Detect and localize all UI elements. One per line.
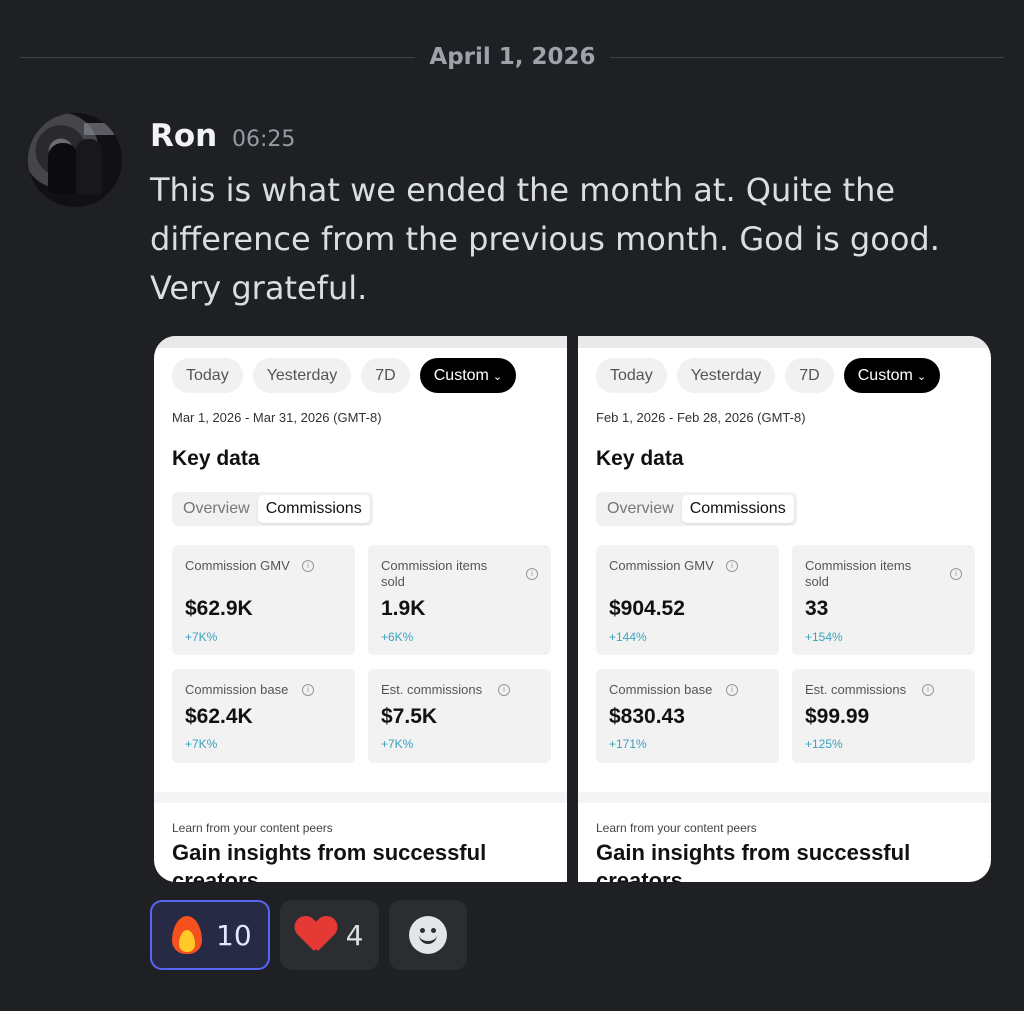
- metric-card: Commission base i $62.4K +7K%: [172, 669, 355, 763]
- metric-label: Commission items sold: [805, 558, 912, 589]
- date-range: Mar 1, 2026 - Mar 31, 2026 (GMT-8): [172, 410, 382, 425]
- peers-title: Gain insights from successful creators: [596, 840, 911, 882]
- metric-card: Commission items sold i 33 +154%: [792, 545, 975, 655]
- info-icon: i: [302, 684, 314, 696]
- metric-card: Commission base i $830.43 +171%: [596, 669, 779, 763]
- heart-icon: [296, 917, 336, 953]
- divider-date: April 1, 2026: [429, 44, 596, 70]
- info-icon: i: [950, 568, 962, 580]
- peers-title: Gain insights from successful creators: [172, 840, 487, 882]
- message-text: This is what we ended the month at. Quit…: [150, 171, 940, 307]
- chip-today: Today: [172, 358, 243, 393]
- metric-value: $7.5K: [381, 705, 438, 728]
- info-icon: i: [302, 560, 314, 572]
- metric-delta: +7K%: [185, 630, 218, 644]
- fire-icon: [168, 914, 206, 956]
- smiley-icon: [409, 916, 448, 954]
- metric-card: Est. commissions i $7.5K +7K%: [368, 669, 551, 763]
- metric-delta: +7K%: [381, 737, 414, 751]
- chip-yesterday: Yesterday: [676, 358, 776, 393]
- message-author[interactable]: Ron: [150, 118, 217, 154]
- reactions-bar: 10 4: [150, 900, 468, 970]
- tab-overview: Overview: [607, 500, 674, 517]
- date-divider: April 1, 2026: [20, 40, 1004, 74]
- chip-custom: Custom ⌄: [843, 358, 941, 393]
- add-reaction-button[interactable]: [389, 900, 468, 970]
- attachment-image-march[interactable]: Today Yesterday 7D Custom ⌄ Mar 1, 2026 -…: [154, 336, 567, 882]
- chip-7d: 7D: [785, 358, 834, 393]
- metric-delta: +7K%: [185, 737, 218, 751]
- info-icon: i: [922, 684, 934, 696]
- metric-value: $62.4K: [185, 705, 253, 728]
- info-icon: i: [498, 684, 510, 696]
- key-data-heading: Key data: [596, 447, 684, 470]
- metric-delta: +154%: [805, 630, 843, 644]
- info-icon: i: [526, 568, 538, 580]
- message-timestamp: 06:25: [232, 127, 296, 152]
- metric-card: Est. commissions i $99.99 +125%: [792, 669, 975, 763]
- section-divider: [578, 792, 991, 803]
- metric-value: $62.9K: [185, 597, 253, 620]
- info-icon: i: [726, 560, 738, 572]
- section-divider: [154, 792, 567, 803]
- info-icon: i: [726, 684, 738, 696]
- image-attachments[interactable]: Today Yesterday 7D Custom ⌄ Mar 1, 2026 -…: [154, 336, 991, 882]
- screenshot-top-bar: [154, 336, 567, 348]
- date-filter-chips: Today Yesterday 7D Custom ⌄: [172, 358, 517, 393]
- metric-delta: +125%: [805, 737, 843, 751]
- chip-custom: Custom ⌄: [419, 358, 517, 393]
- avatar-photo-figure: [76, 139, 102, 195]
- metric-tabs: Overview Commissions: [596, 492, 797, 526]
- avatar-photo-figure: [48, 143, 78, 193]
- peers-label: Learn from your content peers: [596, 821, 757, 835]
- divider-line-left: [20, 57, 415, 58]
- chevron-down-icon: ⌄: [916, 371, 927, 383]
- reaction-count: 10: [216, 918, 252, 952]
- tab-commissions: Commissions: [681, 495, 794, 523]
- metric-value: 33: [805, 597, 829, 620]
- date-range: Feb 1, 2026 - Feb 28, 2026 (GMT-8): [596, 410, 806, 425]
- metric-label: Commission items sold: [381, 558, 488, 589]
- metric-delta: +171%: [609, 737, 647, 751]
- avatar-photo-light: [84, 123, 114, 135]
- tab-commissions: Commissions: [257, 495, 370, 523]
- chip-custom-label: Custom: [433, 367, 489, 384]
- key-data-heading: Key data: [172, 447, 260, 470]
- reaction-count: 4: [345, 918, 364, 952]
- metric-card: Commission GMV i $62.9K +7K%: [172, 545, 355, 655]
- metric-value: $830.43: [609, 705, 685, 728]
- tab-overview: Overview: [183, 500, 250, 517]
- metric-delta: +6K%: [381, 630, 414, 644]
- metric-delta: +144%: [609, 630, 647, 644]
- metric-value: 1.9K: [381, 597, 426, 620]
- peers-label: Learn from your content peers: [172, 821, 333, 835]
- metric-card: Commission GMV i $904.52 +144%: [596, 545, 779, 655]
- chip-today: Today: [596, 358, 667, 393]
- attachment-image-february[interactable]: Today Yesterday 7D Custom ⌄ Feb 1, 2026 -…: [578, 336, 991, 882]
- metric-tabs: Overview Commissions: [172, 492, 373, 526]
- avatar[interactable]: [28, 113, 122, 207]
- metric-value: $99.99: [805, 705, 870, 728]
- chip-custom-label: Custom: [857, 367, 913, 384]
- chip-yesterday: Yesterday: [252, 358, 352, 393]
- metric-value: $904.52: [609, 597, 685, 620]
- chevron-down-icon: ⌄: [492, 371, 503, 383]
- reaction-fire[interactable]: 10: [150, 900, 270, 970]
- divider-line-right: [610, 57, 1004, 58]
- reaction-heart[interactable]: 4: [279, 900, 380, 970]
- chip-7d: 7D: [361, 358, 410, 393]
- date-filter-chips: Today Yesterday 7D Custom ⌄: [596, 358, 941, 393]
- metric-card: Commission items sold i 1.9K +6K%: [368, 545, 551, 655]
- screenshot-top-bar: [578, 336, 991, 348]
